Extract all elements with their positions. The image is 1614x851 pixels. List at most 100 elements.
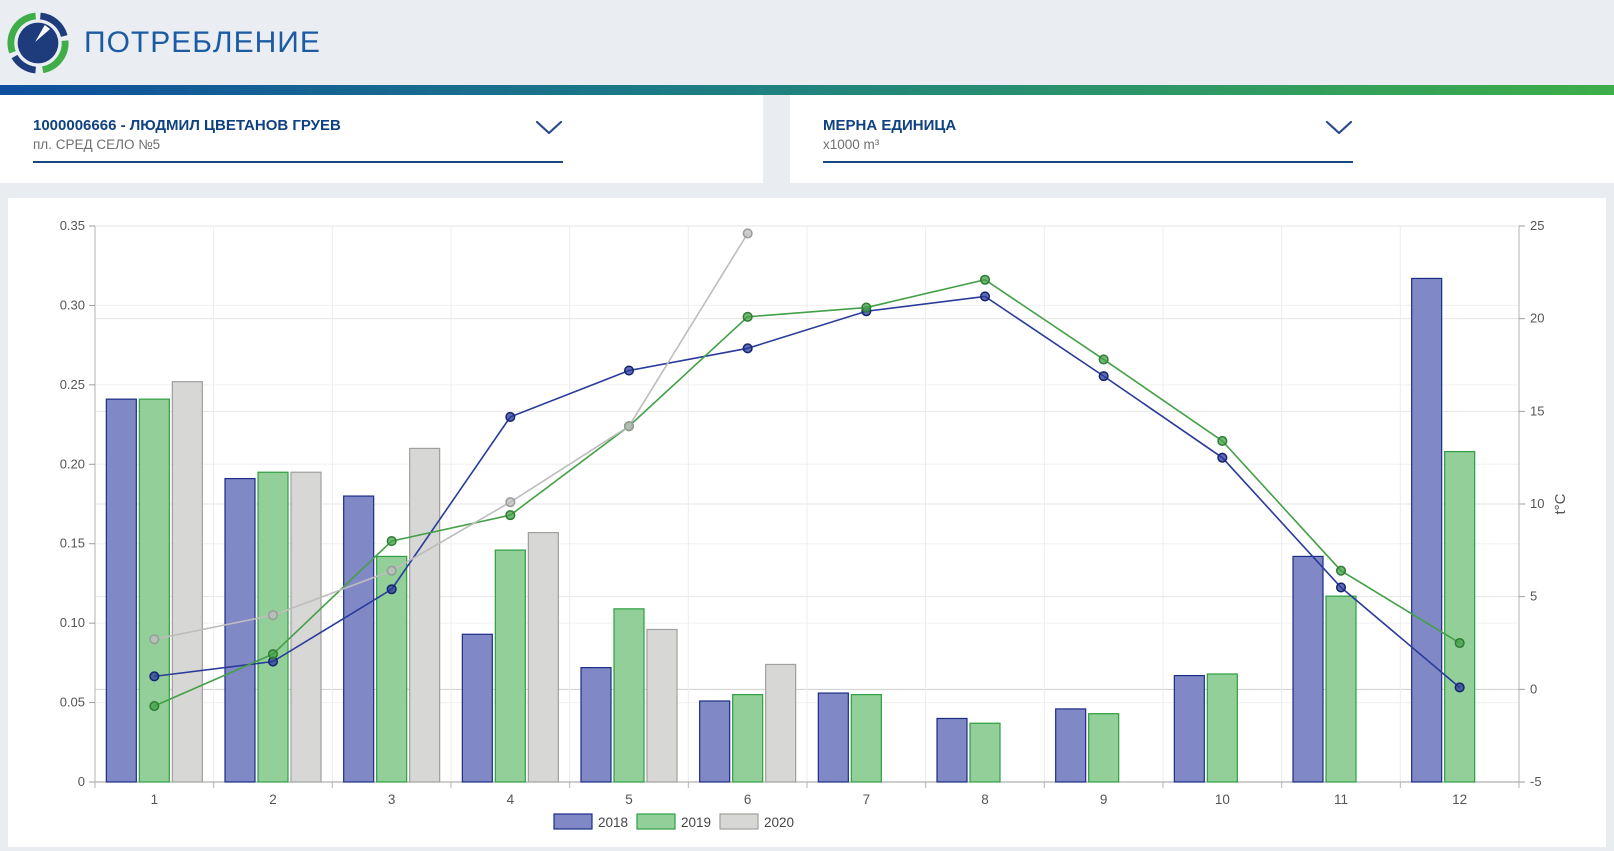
bar-2019-11[interactable] <box>1326 596 1356 782</box>
svg-text:0.30: 0.30 <box>60 297 85 312</box>
bar-2020-2[interactable] <box>291 472 321 782</box>
bar-2020-1[interactable] <box>172 382 202 782</box>
point-2019-1[interactable] <box>150 702 159 711</box>
svg-text:8: 8 <box>981 792 989 807</box>
chevron-down-icon[interactable] <box>535 120 563 135</box>
svg-text:10: 10 <box>1530 496 1544 511</box>
point-2018-10[interactable] <box>1218 453 1227 462</box>
svg-text:11: 11 <box>1334 792 1348 807</box>
right-axis-title: t°C <box>1552 493 1569 514</box>
bar-2019-4[interactable] <box>495 550 525 782</box>
header-divider <box>0 85 1614 95</box>
svg-text:4: 4 <box>507 792 515 807</box>
bar-2018-8[interactable] <box>937 718 967 782</box>
bar-2018-10[interactable] <box>1174 676 1204 782</box>
bar-2019-10[interactable] <box>1207 674 1237 782</box>
legend-label-2018: 2018 <box>598 815 628 830</box>
point-2018-8[interactable] <box>981 292 990 301</box>
bar-2019-1[interactable] <box>139 399 169 782</box>
legend-swatch-2020 <box>720 814 758 829</box>
point-2018-3[interactable] <box>387 585 396 594</box>
client-select-value: 1000006666 - ЛЮДМИЛ ЦВЕТАНОВ ГРУЕВ <box>33 116 535 135</box>
svg-text:0.20: 0.20 <box>60 456 85 471</box>
unit-card: МЕРНА ЕДИНИЦА x1000 m³ <box>790 95 1614 183</box>
legend-swatch-2018 <box>554 814 592 829</box>
bar-2018-6[interactable] <box>700 701 730 782</box>
bar-2018-1[interactable] <box>106 399 136 782</box>
bar-2020-6[interactable] <box>766 664 796 782</box>
point-2018-9[interactable] <box>1099 372 1108 381</box>
svg-text:25: 25 <box>1530 218 1544 233</box>
point-2020-2[interactable] <box>269 611 278 620</box>
svg-text:0.35: 0.35 <box>60 218 85 233</box>
bar-2018-4[interactable] <box>462 634 492 782</box>
bar-2019-5[interactable] <box>614 609 644 782</box>
svg-text:12: 12 <box>1452 792 1467 807</box>
bar-2018-9[interactable] <box>1056 709 1086 782</box>
point-2018-5[interactable] <box>625 366 634 375</box>
unit-select-value: МЕРНА ЕДИНИЦА <box>823 116 1325 135</box>
bar-2018-12[interactable] <box>1412 278 1442 782</box>
bar-2019-8[interactable] <box>970 723 1000 782</box>
bar-2020-4[interactable] <box>528 533 558 782</box>
point-2019-10[interactable] <box>1218 437 1227 446</box>
svg-text:0: 0 <box>78 774 85 789</box>
page: ПОТРЕБЛЕНИЕ 1000006666 - ЛЮДМИЛ ЦВЕТАНОВ… <box>0 0 1614 847</box>
client-card: 1000006666 - ЛЮДМИЛ ЦВЕТАНОВ ГРУЕВ пл. С… <box>0 95 763 183</box>
point-2019-9[interactable] <box>1099 355 1108 364</box>
point-2019-2[interactable] <box>269 650 278 659</box>
point-2018-6[interactable] <box>743 344 752 353</box>
client-select[interactable]: 1000006666 - ЛЮДМИЛ ЦВЕТАНОВ ГРУЕВ пл. С… <box>33 116 563 163</box>
point-2020-1[interactable] <box>150 635 159 644</box>
bar-2018-5[interactable] <box>581 668 611 782</box>
point-2019-12[interactable] <box>1455 639 1464 648</box>
bar-2018-11[interactable] <box>1293 556 1323 782</box>
point-2020-5[interactable] <box>625 422 634 431</box>
svg-text:7: 7 <box>863 792 871 807</box>
point-2020-3[interactable] <box>387 566 396 575</box>
bar-2019-9[interactable] <box>1089 714 1119 782</box>
bar-2018-3[interactable] <box>344 496 374 782</box>
bar-2018-7[interactable] <box>818 693 848 782</box>
point-2018-11[interactable] <box>1337 583 1346 592</box>
consumption-chart: 00.050.100.150.200.250.300.35-5051015202… <box>8 198 1606 843</box>
unit-select[interactable]: МЕРНА ЕДИНИЦА x1000 m³ <box>823 116 1353 163</box>
bar-2020-5[interactable] <box>647 629 677 782</box>
point-2019-4[interactable] <box>506 511 515 520</box>
bar-2020-3[interactable] <box>410 448 440 782</box>
legend-item-2018[interactable]: 2018 <box>554 814 628 830</box>
page-title: ПОТРЕБЛЕНИЕ <box>84 26 321 60</box>
unit-select-subvalue: x1000 m³ <box>823 136 1325 154</box>
chevron-down-icon[interactable] <box>1325 120 1353 135</box>
legend-item-2020[interactable]: 2020 <box>720 814 794 830</box>
gauge-icon <box>6 11 70 75</box>
point-2019-11[interactable] <box>1337 566 1346 575</box>
svg-text:0.10: 0.10 <box>60 615 85 630</box>
point-2019-7[interactable] <box>862 303 871 312</box>
point-2018-1[interactable] <box>150 672 159 681</box>
bar-2019-2[interactable] <box>258 472 288 782</box>
svg-text:5: 5 <box>1530 589 1537 604</box>
point-2019-8[interactable] <box>981 275 990 284</box>
svg-text:0.25: 0.25 <box>60 377 85 392</box>
svg-text:1: 1 <box>151 792 159 807</box>
bar-2019-6[interactable] <box>733 695 763 782</box>
point-2019-3[interactable] <box>387 537 396 546</box>
app-header: ПОТРЕБЛЕНИЕ <box>0 0 1614 85</box>
svg-text:20: 20 <box>1530 311 1544 326</box>
legend-swatch-2019 <box>637 814 675 829</box>
bar-2019-12[interactable] <box>1445 452 1475 782</box>
point-2020-4[interactable] <box>506 498 515 507</box>
svg-text:6: 6 <box>744 792 752 807</box>
svg-text:0: 0 <box>1530 681 1537 696</box>
legend-item-2019[interactable]: 2019 <box>637 814 711 830</box>
filter-gap <box>763 95 790 183</box>
bar-2018-2[interactable] <box>225 479 255 782</box>
svg-text:5: 5 <box>625 792 633 807</box>
point-2018-4[interactable] <box>506 413 515 422</box>
svg-text:0.15: 0.15 <box>60 536 85 551</box>
point-2020-6[interactable] <box>743 229 752 238</box>
bar-2019-7[interactable] <box>851 695 881 782</box>
point-2018-12[interactable] <box>1455 683 1464 692</box>
point-2019-6[interactable] <box>743 313 752 322</box>
